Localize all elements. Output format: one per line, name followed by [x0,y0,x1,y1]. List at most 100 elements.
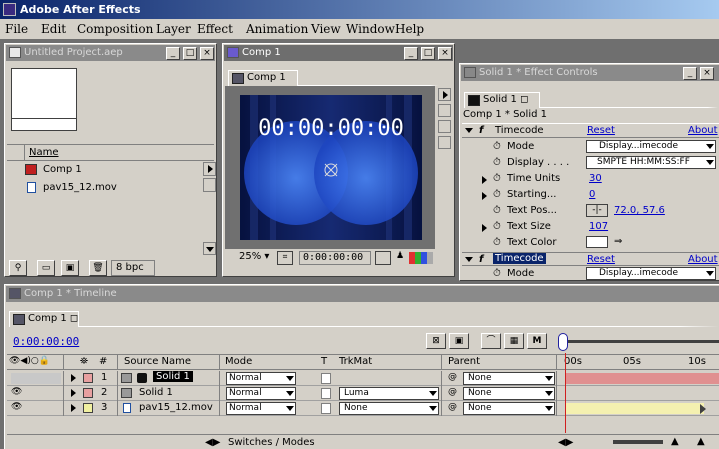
mode-dropdown[interactable]: Normal [226,372,296,385]
eye-icon[interactable]: 👁 [11,402,22,412]
pickwhip-icon[interactable]: @ [448,387,458,398]
display-dropdown[interactable]: SMPTE HH:MM:SS:FF [586,156,716,169]
trkmat-dropdown[interactable]: None [339,402,439,415]
layer-name[interactable]: Solid 1 [153,371,193,382]
zoom-slider[interactable] [613,440,663,444]
frame-blend-icon[interactable]: ▦ [504,333,524,349]
zoom-toggle-icon[interactable]: ◀▶ [558,437,573,448]
minimize-button[interactable]: _ [683,67,697,80]
zoom-in-icon[interactable]: ▲ [697,436,705,447]
mode-dropdown[interactable]: Normal [226,402,296,415]
close-button[interactable]: × [438,47,452,60]
stopwatch-icon[interactable]: ⏱ [493,141,501,152]
parent-dropdown[interactable]: None [463,387,555,400]
shy-icon[interactable]: ⌒ [481,333,501,349]
label-color[interactable] [83,403,93,413]
stopwatch-icon[interactable]: ⏱ [493,189,501,200]
about-link[interactable]: About [688,254,718,265]
eyedropper-icon[interactable]: ⇒ [614,237,634,247]
layer-duration-bar[interactable] [566,403,704,414]
layer-duration-bar[interactable] [566,373,719,384]
text-color-swatch[interactable] [586,236,608,248]
menu-window[interactable]: Window [346,22,395,36]
zoom-out-icon[interactable]: ▲ [671,436,679,447]
show-snapshot-icon[interactable]: ♟ [393,251,407,265]
mode-dropdown-2[interactable]: Display...imecode [586,267,716,280]
comp-viewer[interactable]: 00:00:00:00 [225,86,435,249]
pickwhip-icon[interactable]: @ [448,372,458,383]
bpc-button[interactable]: 8 bpc [111,260,155,276]
close-button[interactable]: × [200,47,214,60]
layers-icon[interactable] [438,120,451,133]
text-size-value[interactable]: 107 [589,221,608,232]
table-row[interactable]: 👁 3 pav15_12.mov Normal None @ None [7,401,719,416]
table-row[interactable]: 👁 2 Solid 1 Normal Luma @ None [7,386,719,401]
effect-name-selected[interactable]: Timecode [493,253,546,264]
tab-solid[interactable]: Solid 1 ◻ [464,92,540,108]
safe-zones-icon[interactable]: ⌗ [277,251,293,265]
collapse-arrow[interactable] [465,257,473,262]
channels-icon[interactable] [409,252,433,264]
reset-link[interactable]: Reset [587,125,615,136]
layer-out-point[interactable] [700,404,706,414]
menu-view[interactable]: View [311,22,341,36]
scroll-down-arrow[interactable] [203,242,216,255]
starting-value[interactable]: 0 [589,189,595,200]
mode-dropdown[interactable]: Display...imecode [586,140,716,153]
menu-animation[interactable]: Animation [246,22,308,36]
project-item-comp[interactable]: Comp 1 [43,164,82,175]
scroll-arrow[interactable] [203,162,216,176]
stopwatch-icon[interactable]: ⏱ [493,237,501,248]
maximize-button[interactable]: □ [421,47,435,60]
motion-blur-icon[interactable]: M [527,333,547,349]
comp-flowchart-icon[interactable]: ⊠ [426,333,446,349]
layer-name[interactable]: Solid 1 [139,387,173,398]
preserve-transparency[interactable] [321,403,331,414]
preserve-transparency[interactable] [321,388,331,399]
stopwatch-icon[interactable]: ⏱ [493,268,501,279]
switches-modes-toggle[interactable]: Switches / Modes [228,437,315,448]
camera-icon[interactable]: ▣ [449,333,469,349]
text-pos-value[interactable]: 72.0, 57.6 [614,205,665,216]
flowchart-icon[interactable] [438,136,451,149]
menu-layer[interactable]: Layer [156,22,191,36]
menu-effect[interactable]: Effect [197,22,233,36]
pickwhip-icon[interactable]: @ [448,402,458,413]
grid-icon[interactable] [438,104,451,117]
trkmat-dropdown[interactable]: Luma [339,387,439,400]
time-navigator-start[interactable] [558,333,568,351]
mode-dropdown[interactable]: Normal [226,387,296,400]
toggle-panes-icon[interactable]: ◀▶ [205,437,220,448]
comp-timecode[interactable]: 0:00:00:00 [299,251,371,265]
expand-arrow[interactable] [482,176,487,184]
timeline-timecode[interactable]: 0:00:00:00 [13,335,79,348]
stopwatch-icon[interactable]: ⏱ [493,173,501,184]
parent-dropdown[interactable]: None [463,402,555,415]
flowchart-icon[interactable] [203,178,216,192]
time-navigator[interactable] [556,332,719,352]
about-link[interactable]: About [688,125,718,136]
new-comp-icon[interactable]: ▣ [61,260,79,276]
project-item-footage[interactable]: pav15_12.mov [43,182,117,193]
menu-help[interactable]: Help [395,22,424,36]
eye-icon[interactable]: 👁 [11,387,22,397]
expand-arrow[interactable] [482,192,487,200]
collapse-arrow[interactable] [465,128,473,133]
find-icon[interactable]: ⚲ [9,260,27,276]
col-source-name[interactable]: Source Name [124,356,191,367]
tab-comp[interactable]: Comp 1 [228,70,298,86]
expand-arrow[interactable] [482,224,487,232]
close-button[interactable]: × [700,67,714,80]
name-column-header[interactable]: Name [29,147,59,158]
project-scrollbar[interactable] [203,162,216,256]
stopwatch-icon[interactable]: ⏱ [493,205,501,216]
snapshot-icon[interactable] [375,251,391,265]
minimize-button[interactable]: _ [404,47,418,60]
expand-arrow[interactable] [71,389,76,397]
label-color[interactable] [83,388,93,398]
time-units-value[interactable]: 30 [589,173,602,184]
fx-icon[interactable]: f [479,125,483,136]
parent-dropdown[interactable]: None [463,372,555,385]
minimize-button[interactable]: _ [166,47,180,60]
table-row[interactable]: 1 Solid 1 Normal @ None [7,371,719,386]
